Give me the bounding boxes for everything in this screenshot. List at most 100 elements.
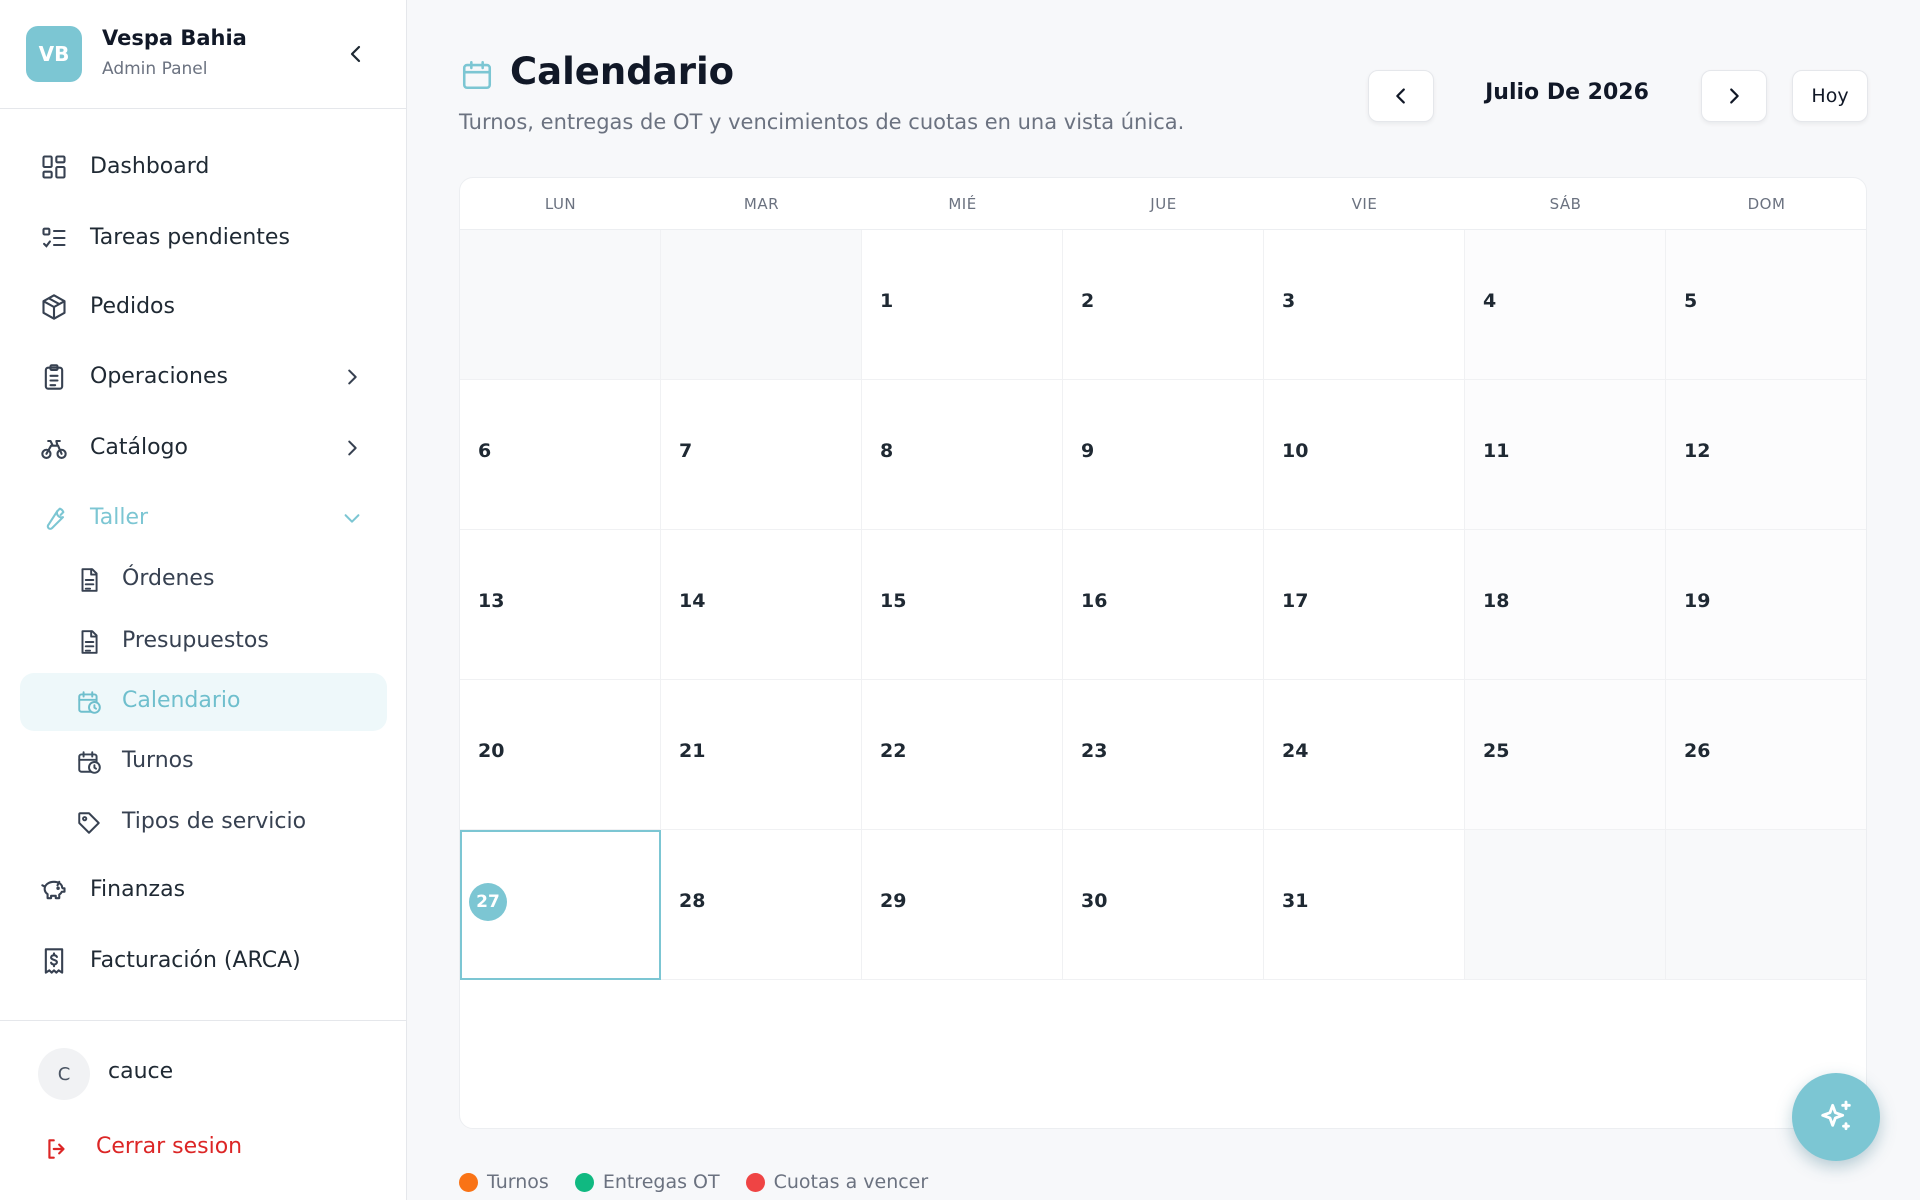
- nav-tareas-pendientes[interactable]: Tareas pendientes: [20, 209, 387, 265]
- weekday-vie: VIE: [1351, 195, 1378, 213]
- page-subtitle: Turnos, entregas de OT y vencimientos de…: [459, 110, 1185, 134]
- nav-finanzas-label: Finanzas: [90, 876, 186, 902]
- clipboard-icon: [44, 364, 64, 390]
- day-cell[interactable]: 8: [862, 380, 1063, 530]
- day-number: 19: [1684, 590, 1711, 612]
- day-cell[interactable]: 1: [862, 230, 1063, 380]
- empty-day-cell: [460, 230, 661, 380]
- nav-tipos-label: Tipos de servicio: [122, 809, 307, 834]
- weekday-mie: MIÉ: [948, 195, 977, 213]
- day-cell[interactable]: 24: [1264, 680, 1465, 830]
- current-month-label: Julio De 2026: [1485, 80, 1649, 105]
- day-cell[interactable]: 17: [1264, 530, 1465, 680]
- day-cell[interactable]: 20: [460, 680, 661, 830]
- day-number: 28: [679, 890, 706, 912]
- day-cell[interactable]: 22: [862, 680, 1063, 830]
- nav-presupuestos[interactable]: Presupuestos: [20, 613, 387, 671]
- calendar-legend: Turnos Entregas OT Cuotas a vencer: [459, 1168, 954, 1196]
- day-cell[interactable]: 21: [661, 680, 862, 830]
- day-cell[interactable]: 12: [1666, 380, 1866, 530]
- day-cell[interactable]: 18: [1465, 530, 1666, 680]
- day-cell[interactable]: 15: [862, 530, 1063, 680]
- day-cell[interactable]: 2: [1063, 230, 1264, 380]
- nav-calendario[interactable]: Calendario: [20, 673, 387, 731]
- nav-taller-label: Taller: [90, 504, 149, 530]
- weekday-jue: JUE: [1150, 195, 1177, 213]
- nav-pedidos[interactable]: Pedidos: [20, 278, 387, 334]
- nav-operaciones[interactable]: Operaciones: [20, 348, 387, 404]
- legend-turnos-label: Turnos: [487, 1171, 549, 1193]
- chevron-right-icon: [348, 440, 357, 456]
- today-button[interactable]: Hoy: [1792, 70, 1868, 122]
- legend-dot-orange: [459, 1172, 478, 1192]
- day-cell[interactable]: 7: [661, 380, 862, 530]
- day-cell-today[interactable]: 27: [460, 830, 661, 980]
- day-cell[interactable]: 30: [1063, 830, 1264, 980]
- day-cell[interactable]: 13: [460, 530, 661, 680]
- calendar-clock-icon: [78, 691, 101, 714]
- sidebar-footer: C cauce Cerrar sesion: [0, 1020, 406, 1200]
- day-number: 6: [478, 440, 492, 462]
- day-number: 15: [880, 590, 907, 612]
- weekday-sab: SÁB: [1549, 195, 1582, 213]
- day-cell[interactable]: 25: [1465, 680, 1666, 830]
- day-cell[interactable]: 11: [1465, 380, 1666, 530]
- chevron-right-icon: [1730, 88, 1739, 104]
- day-cell[interactable]: 6: [460, 380, 661, 530]
- package-icon: [42, 294, 66, 320]
- chevron-right-icon: [348, 369, 357, 385]
- piggy-bank-icon: [41, 880, 66, 900]
- legend-entregas: Entregas OT: [574, 1171, 720, 1193]
- prev-month-button[interactable]: [1368, 70, 1434, 122]
- day-number: 7: [679, 440, 693, 462]
- weekday-mar: MAR: [743, 195, 780, 213]
- empty-day-cell: [661, 230, 862, 380]
- document-icon: [81, 630, 98, 654]
- day-cell[interactable]: 3: [1264, 230, 1465, 380]
- user-avatar[interactable]: C: [38, 1048, 90, 1100]
- day-cell[interactable]: 10: [1264, 380, 1465, 530]
- today-day-badge: 27: [469, 883, 507, 921]
- logout-button[interactable]: Cerrar sesion: [44, 1131, 344, 1167]
- checklist-icon: [42, 227, 66, 248]
- nav-tipos-de-servicio[interactable]: Tipos de servicio: [20, 794, 387, 852]
- nav-operaciones-label: Operaciones: [90, 363, 228, 389]
- day-cell[interactable]: 23: [1063, 680, 1264, 830]
- day-number: 3: [1282, 290, 1296, 312]
- nav-catalogo[interactable]: Catálogo: [20, 419, 387, 475]
- day-cell[interactable]: 14: [661, 530, 862, 680]
- day-number: 22: [880, 740, 907, 762]
- nav-dashboard[interactable]: Dashboard: [20, 138, 387, 194]
- logout-icon: [48, 1139, 65, 1159]
- nav-catalogo-label: Catálogo: [90, 434, 188, 460]
- nav-taller[interactable]: Taller: [20, 489, 387, 545]
- page-title: Calendario: [510, 50, 735, 93]
- logout-label: Cerrar sesion: [96, 1134, 243, 1159]
- day-number: 20: [478, 740, 505, 762]
- day-number: 16: [1081, 590, 1108, 612]
- sparkles-icon: [1821, 1100, 1851, 1131]
- weekday-lun: LUN: [544, 195, 577, 213]
- day-cell[interactable]: 4: [1465, 230, 1666, 380]
- receipt-icon: [44, 948, 64, 974]
- nav-finanzas[interactable]: Finanzas: [20, 861, 387, 917]
- day-cell[interactable]: 31: [1264, 830, 1465, 980]
- day-cell[interactable]: 9: [1063, 380, 1264, 530]
- nav-turnos[interactable]: Turnos: [20, 733, 387, 791]
- day-cell[interactable]: 26: [1666, 680, 1866, 830]
- next-month-button[interactable]: [1701, 70, 1767, 122]
- legend-cuotas: Cuotas a vencer: [745, 1171, 928, 1193]
- empty-day-cell: [1465, 830, 1666, 980]
- day-cell[interactable]: 5: [1666, 230, 1866, 380]
- day-cell[interactable]: 16: [1063, 530, 1264, 680]
- collapse-sidebar-button[interactable]: [344, 42, 368, 66]
- day-cell[interactable]: 29: [862, 830, 1063, 980]
- day-cell[interactable]: 19: [1666, 530, 1866, 680]
- ai-assistant-button[interactable]: [1792, 1073, 1880, 1161]
- day-number: 23: [1081, 740, 1108, 762]
- nav-facturacion[interactable]: Facturación (ARCA): [20, 932, 387, 988]
- nav-turnos-label: Turnos: [122, 748, 194, 773]
- day-cell[interactable]: 28: [661, 830, 862, 980]
- legend-dot-green: [574, 1172, 594, 1192]
- nav-ordenes[interactable]: Órdenes: [20, 551, 387, 609]
